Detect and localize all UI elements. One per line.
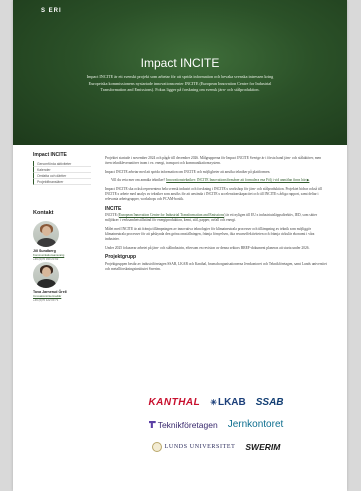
contact-phone: +46 (0)70 122 00 71	[33, 298, 59, 302]
kanthal-logo: KANTHAL	[148, 397, 201, 408]
callout-link[interactable]: Innovationstekniker: INCITE Innovationsf…	[166, 178, 309, 182]
logo-row: LUNDS UNIVERSITET SWERIM	[105, 442, 327, 452]
contact-heading: Kontakt	[33, 210, 54, 216]
avatar	[33, 221, 59, 247]
incite-link[interactable]: European Innovation Centre for Industria…	[119, 213, 224, 217]
lkab-logo-text: LKAB	[217, 397, 246, 408]
teknikforetagen-mark-icon	[148, 421, 156, 428]
teknikforetagen-logo: Teknikföretagen	[148, 419, 218, 430]
callout-text: Vill du veta mer om anmäla tekniker?	[111, 178, 167, 183]
contact-card: Tova Jarnerud Örell Innovationsintermedi…	[33, 262, 91, 302]
logo-row: KANTHAL ✳ LKAB SSAB	[105, 397, 327, 408]
lkab-logo: ✳ LKAB	[210, 397, 245, 408]
section-heading-projektgrupp: Projektgrupp	[105, 254, 137, 261]
body-paragraph: Impact INCITE ska också representera hel…	[105, 186, 322, 201]
ssab-logo: SSAB	[255, 397, 284, 408]
avatar	[33, 262, 59, 288]
body-paragraph: INCITE (European Innovation Centre for I…	[105, 213, 327, 223]
page-title: Impact INCITE	[140, 56, 220, 70]
sidebar-nav: Impact INCITE Genomförda aktiviteter Kal…	[33, 152, 91, 185]
body-paragraph: Projektgruppen består av industriföretag…	[105, 261, 327, 271]
body-paragraph: Impact INCITE arbetar med att sprida inf…	[105, 169, 271, 174]
body-paragraph: Projektet startade i november 2024 och p…	[105, 156, 322, 166]
hero-banner: S ERI Impact INCITE Impact INCITE är ett…	[13, 0, 347, 145]
body-paragraph: Under 2025 fokuserar arbetet på järn- oc…	[105, 245, 310, 250]
sidebar-title[interactable]: Impact INCITE	[33, 152, 91, 158]
hero-intro: Impact INCITE är ett svenskt projekt som…	[86, 74, 274, 93]
section-heading-incite: INCITE	[105, 205, 122, 212]
jernkontoret-logo: Jernkontoret	[227, 419, 284, 430]
body-paragraph: Målet med INCITE är att främja tillämpni…	[105, 226, 315, 241]
logo-text: S ERI	[41, 8, 62, 14]
lunds-logo-text: LUNDS UNIVERSITET	[164, 444, 236, 450]
text-fragment: INCITE (	[105, 213, 119, 218]
main-content: Projektet startade i november 2024 och p…	[105, 156, 327, 275]
contact-phone: +46 (0)70 330 23 92	[33, 257, 59, 261]
callout-box: Vill du veta mer om anmäla tekniker? Inn…	[105, 178, 327, 183]
page: S ERI Impact INCITE Impact INCITE är ett…	[13, 0, 347, 491]
university-seal-icon	[151, 442, 162, 452]
site-logo[interactable]: S ERI	[41, 8, 62, 14]
teknikforetagen-logo-text: Teknikföretagen	[157, 419, 218, 430]
lunds-universitet-logo: LUNDS UNIVERSITET	[151, 442, 236, 452]
swerim-logo: SWERIM	[245, 442, 281, 452]
lkab-star-icon: ✳	[210, 398, 217, 407]
contact-card: Jill Sundberg Kommunikationsansvarig +46…	[33, 221, 91, 261]
logo-row: Teknikföretagen Jernkontoret	[105, 419, 327, 430]
sidebar-item-funders[interactable]: Projektfinansiärer	[33, 179, 91, 185]
